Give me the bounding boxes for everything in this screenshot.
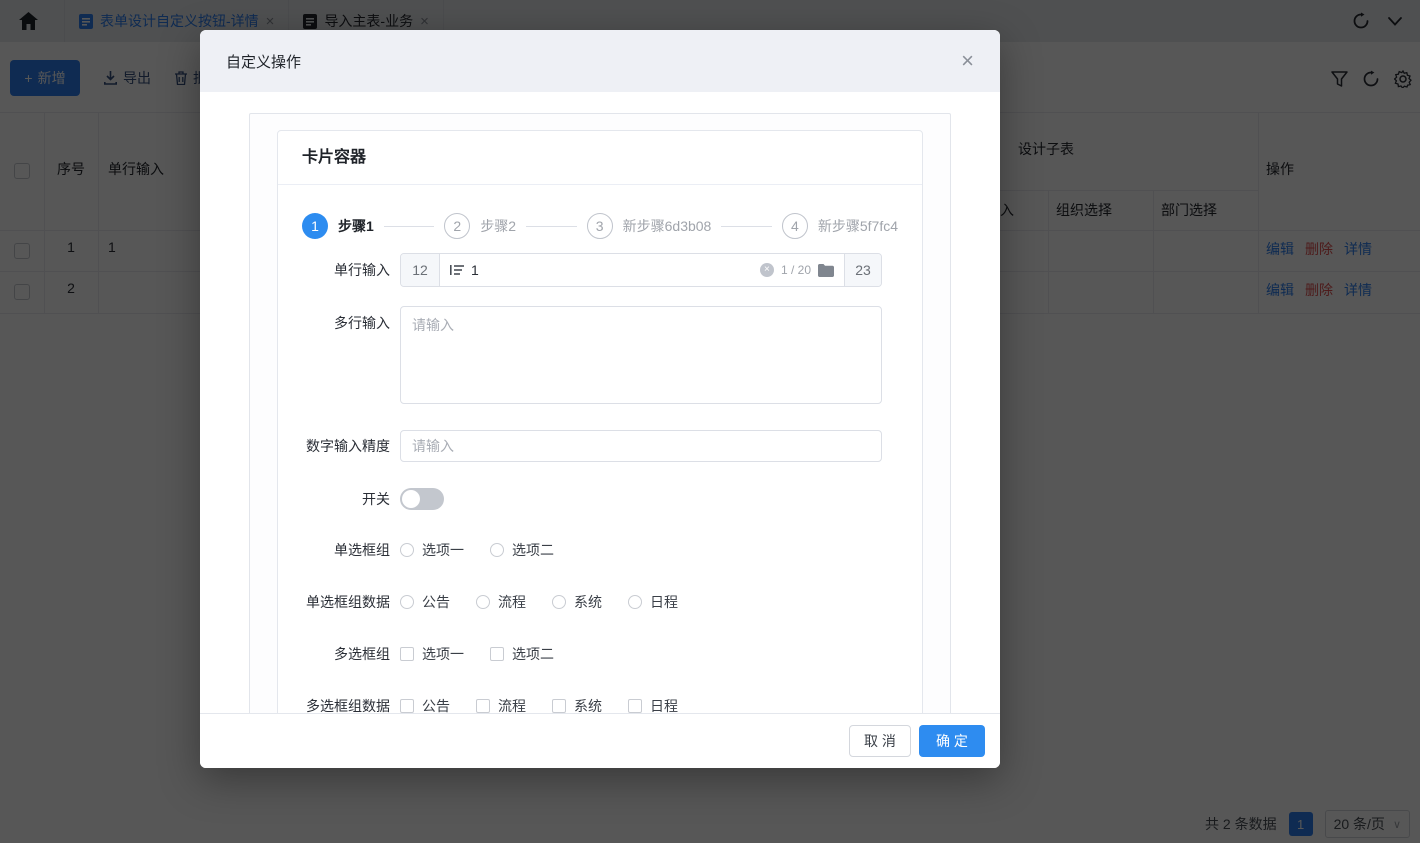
step-number: 1 (302, 213, 328, 239)
step-3[interactable]: 3 新步骤6d3b08 (586, 213, 712, 239)
dialog-body: 卡片容器 1 步骤1 2 步骤2 3 新步骤6d3b08 4 新步骤5f7fc4… (200, 92, 1000, 713)
option-label: 流程 (498, 594, 526, 610)
option-label: 选项一 (422, 646, 464, 662)
field-label: 多行输入 (334, 315, 390, 331)
form-panel: 卡片容器 1 步骤1 2 步骤2 3 新步骤6d3b08 4 新步骤5f7fc4… (249, 113, 951, 713)
form-row-switch: 开关 (302, 488, 898, 510)
option-label: 系统 (574, 594, 602, 610)
field-label: 多选框组 (334, 646, 390, 662)
dialog-title: 自定义操作 (226, 53, 302, 71)
option-label: 选项二 (512, 646, 554, 662)
step-connector (721, 225, 772, 227)
switch-knob (402, 490, 420, 508)
step-connector (383, 225, 435, 227)
radio-icon (552, 595, 566, 609)
dialog-header: 自定义操作 × (200, 30, 1000, 92)
radio-icon (476, 595, 490, 609)
radio-option[interactable]: 系统 (552, 592, 602, 612)
step-label: 步骤1 (338, 218, 374, 234)
radio-option[interactable]: 选项一 (400, 540, 464, 560)
cancel-button[interactable]: 取 消 (849, 725, 911, 757)
option-label: 公告 (422, 698, 450, 713)
form-row-checkbox-group: 多选框组 选项一 选项二 (302, 642, 898, 666)
step-number: 3 (586, 213, 613, 239)
option-label: 系统 (574, 698, 602, 713)
step-label: 步骤2 (480, 218, 517, 234)
radio-option[interactable]: 流程 (476, 592, 526, 612)
form-row-multi-line: 多行输入 (302, 306, 898, 409)
char-counter: 1 / 20 (780, 263, 811, 277)
option-label: 流程 (498, 698, 526, 713)
field-label: 单选框组数据 (306, 594, 390, 610)
number-precision-input[interactable] (400, 430, 882, 462)
folder-icon[interactable] (818, 263, 834, 277)
step-number: 2 (444, 213, 471, 239)
option-label: 日程 (650, 698, 678, 713)
checkbox-icon (490, 647, 504, 661)
input-value[interactable]: 1 (471, 262, 753, 278)
radio-icon (400, 595, 414, 609)
checkbox-option[interactable]: 选项一 (400, 644, 464, 664)
option-label: 选项一 (422, 542, 464, 558)
card-title: 卡片容器 (278, 131, 922, 185)
form-row-radio-group: 单选框组 选项一 选项二 (302, 538, 898, 562)
checkbox-option[interactable]: 流程 (476, 696, 526, 713)
screen: 表单设计自定义按钮-详情 × 导入主表-业务 × + 新增 导出 批量删除 (0, 0, 1420, 843)
radio-option[interactable]: 公告 (400, 592, 450, 612)
step-1[interactable]: 1 步骤1 (302, 213, 374, 239)
input-append: 23 (844, 254, 881, 286)
radio-icon (400, 543, 414, 557)
checkbox-option[interactable]: 日程 (628, 696, 678, 713)
radio-option[interactable]: 日程 (628, 592, 678, 612)
dialog-footer: 取 消 确 定 (200, 713, 1000, 768)
checkbox-icon (400, 699, 414, 713)
step-label: 新步骤5f7fc4 (817, 218, 898, 234)
field-label: 单行输入 (334, 262, 390, 278)
step-2[interactable]: 2 步骤2 (444, 213, 516, 239)
checkbox-option[interactable]: 公告 (400, 696, 450, 713)
checkbox-icon (552, 699, 566, 713)
checkbox-icon (400, 647, 414, 661)
option-label: 公告 (422, 594, 450, 610)
custom-action-dialog: 自定义操作 × 卡片容器 1 步骤1 2 步骤2 3 新步骤6d3b08 4 新… (200, 30, 1000, 768)
step-4[interactable]: 4 新步骤5f7fc4 (781, 213, 898, 239)
close-icon[interactable]: × (961, 50, 974, 72)
input-prepend: 12 (401, 254, 440, 286)
single-line-input[interactable]: 12 1 × 1 / 20 23 (400, 253, 882, 287)
clear-icon[interactable]: × (759, 263, 774, 277)
radio-icon (490, 543, 504, 557)
card-container: 卡片容器 1 步骤1 2 步骤2 3 新步骤6d3b08 4 新步骤5f7fc4… (277, 130, 923, 713)
form-row-radio-group-data: 单选框组数据 公告 流程 系统 日程 (302, 590, 898, 614)
form-row-number-precision: 数字输入精度 (302, 430, 898, 462)
field-label: 数字输入精度 (306, 438, 390, 454)
input-prefix-icon (450, 265, 464, 275)
checkbox-icon (628, 699, 642, 713)
form-row-single-line: 单行输入 12 1 × 1 / 20 23 (302, 253, 898, 287)
checkbox-icon (476, 699, 490, 713)
step-label: 新步骤6d3b08 (622, 218, 712, 234)
checkbox-option[interactable]: 选项二 (490, 644, 554, 664)
option-label: 选项二 (512, 542, 554, 558)
field-label: 多选框组数据 (306, 698, 390, 713)
field-label: 单选框组 (334, 542, 390, 558)
form-row-checkbox-group-data: 多选框组数据 公告 流程 系统 日程 (302, 694, 898, 713)
radio-option[interactable]: 选项二 (490, 540, 554, 560)
field-label: 开关 (362, 491, 390, 507)
confirm-button[interactable]: 确 定 (919, 725, 985, 757)
switch-toggle[interactable] (400, 488, 444, 510)
option-label: 日程 (650, 594, 678, 610)
step-number: 4 (781, 213, 808, 239)
card-body: 1 步骤1 2 步骤2 3 新步骤6d3b08 4 新步骤5f7fc4 单行输入… (278, 185, 922, 713)
radio-icon (628, 595, 642, 609)
step-connector (526, 225, 577, 227)
checkbox-option[interactable]: 系统 (552, 696, 602, 713)
steps-bar: 1 步骤1 2 步骤2 3 新步骤6d3b08 4 新步骤5f7fc4 (302, 213, 898, 239)
multi-line-textarea[interactable] (400, 306, 882, 404)
